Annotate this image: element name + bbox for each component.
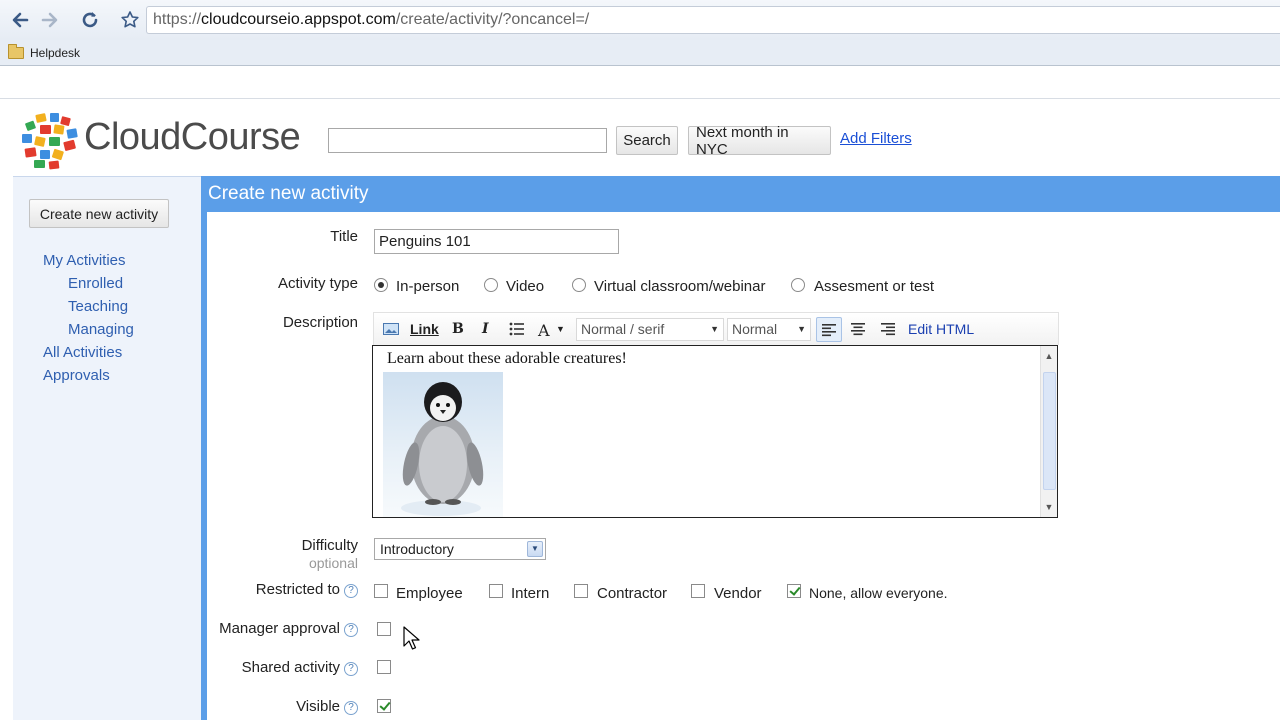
shared-activity-label: Shared activity? <box>200 659 358 676</box>
next-month-nyc-button[interactable]: Next month in NYC <box>688 124 831 158</box>
sidebar-item-approvals[interactable]: Approvals <box>43 367 110 384</box>
checkbox-none-allow-everyone[interactable] <box>787 584 801 598</box>
restricted-to-label: Restricted to? <box>200 581 358 598</box>
reload-icon[interactable] <box>78 8 102 32</box>
search-input[interactable] <box>328 128 607 153</box>
shared-activity-text: Shared activity <box>241 659 340 676</box>
description-editor[interactable]: Learn about these adorable creatures! ▲ … <box>372 345 1058 518</box>
chevron-down-icon: ▼ <box>527 541 543 557</box>
url-prefix: https:// <box>153 11 202 28</box>
radio-label-virtual-classroom[interactable]: Virtual classroom/webinar <box>594 278 765 295</box>
checkbox-vendor[interactable] <box>691 584 705 598</box>
address-bar[interactable]: https://cloudcourseio.appspot.com/create… <box>146 6 1280 34</box>
help-icon[interactable]: ? <box>344 584 358 598</box>
bookmark-label: Helpdesk <box>30 46 81 60</box>
checkbox-employee[interactable] <box>374 584 388 598</box>
checkbox-label-intern[interactable]: Intern <box>511 585 549 602</box>
checkbox-contractor[interactable] <box>574 584 588 598</box>
chevron-down-icon: ▼ <box>710 324 719 334</box>
brand-name: CloudCourse <box>84 116 301 158</box>
sidebar-item-my-activities[interactable]: My Activities <box>43 252 126 269</box>
font-family-select[interactable]: Normal / serif ▼ <box>576 318 724 341</box>
radio-label-assessment[interactable]: Assesment or test <box>814 278 934 295</box>
browser-toolbar: https://cloudcourseio.appspot.com/create… <box>0 0 1280 40</box>
bookmarks-bar: Helpdesk <box>0 40 1280 66</box>
checkbox-label-contractor[interactable]: Contractor <box>597 585 667 602</box>
cloudcourse-logo-icon <box>22 113 78 170</box>
checkbox-label-vendor[interactable]: Vendor <box>714 585 762 602</box>
help-icon[interactable]: ? <box>344 623 358 637</box>
checkbox-label-employee[interactable]: Employee <box>396 585 463 602</box>
checkbox-visible[interactable] <box>377 699 391 713</box>
url-host: cloudcourseio.appspot.com <box>201 11 396 28</box>
editor-scrollbar[interactable]: ▲ ▼ <box>1040 346 1057 517</box>
back-arrow-icon[interactable] <box>8 8 32 32</box>
bookmark-star-icon[interactable] <box>118 8 142 32</box>
align-center-icon[interactable] <box>851 322 865 336</box>
add-filters-link[interactable]: Add Filters <box>840 130 912 147</box>
font-size-value: Normal <box>732 321 778 337</box>
align-right-icon[interactable] <box>881 322 895 336</box>
scroll-up-icon[interactable]: ▲ <box>1041 348 1057 364</box>
checkbox-intern[interactable] <box>489 584 503 598</box>
insert-link-button[interactable]: Link <box>410 321 439 337</box>
visible-label: Visible? <box>200 698 358 715</box>
bullet-list-icon[interactable] <box>509 321 525 337</box>
title-input[interactable]: Penguins 101 <box>374 229 619 254</box>
url-path: /create/activity/?oncancel=/ <box>395 11 590 28</box>
editor-toolbar: Link B I A ▼ Normal / serif ▼ Normal ▼ E… <box>373 312 1059 345</box>
radio-virtual-classroom[interactable] <box>572 278 586 292</box>
page-divider <box>0 98 1280 99</box>
align-left-button[interactable] <box>816 317 842 342</box>
chevron-down-icon: ▼ <box>797 324 806 334</box>
manager-approval-label: Manager approval? <box>200 620 358 637</box>
radio-in-person[interactable] <box>374 278 388 292</box>
checkbox-shared-activity[interactable] <box>377 660 391 674</box>
difficulty-select[interactable]: Introductory ▼ <box>374 538 546 560</box>
difficulty-label: Difficulty <box>301 537 358 554</box>
edit-html-button[interactable]: Edit HTML <box>908 321 974 337</box>
checkbox-manager-approval[interactable] <box>377 622 391 636</box>
create-new-activity-button[interactable]: Create new activity <box>29 199 169 228</box>
sidebar-item-enrolled[interactable]: Enrolled <box>68 275 123 292</box>
panel-title: Create new activity <box>207 176 1280 212</box>
help-icon[interactable]: ? <box>344 662 358 676</box>
folder-icon <box>8 44 24 59</box>
radio-label-in-person[interactable]: In-person <box>396 278 459 295</box>
description-label: Description <box>282 314 358 331</box>
title-label: Title <box>330 228 358 245</box>
forward-arrow-icon[interactable] <box>38 8 62 32</box>
difficulty-optional-hint: optional <box>308 555 358 571</box>
scroll-down-icon[interactable]: ▼ <box>1041 499 1057 515</box>
restricted-to-text: Restricted to <box>255 581 340 598</box>
align-left-icon <box>822 324 836 337</box>
manager-approval-text: Manager approval <box>219 620 340 637</box>
mouse-cursor-icon <box>403 626 420 650</box>
editor-content-text: Learn about these adorable creatures! <box>387 350 627 367</box>
radio-label-video[interactable]: Video <box>506 278 544 295</box>
visible-text: Visible <box>296 698 340 715</box>
radio-video[interactable] <box>484 278 498 292</box>
difficulty-value: Introductory <box>380 541 454 557</box>
sidebar-item-teaching[interactable]: Teaching <box>68 298 128 315</box>
radio-assessment[interactable] <box>791 278 805 292</box>
activity-type-label: Activity type <box>277 275 358 292</box>
sidebar: Create new activity My Activities Enroll… <box>13 176 201 720</box>
font-color-button[interactable]: A <box>538 321 550 340</box>
search-button[interactable]: Search <box>616 126 678 155</box>
penguin-image <box>383 372 503 517</box>
italic-button[interactable]: I <box>482 321 489 337</box>
font-color-dropdown-icon[interactable]: ▼ <box>556 324 565 334</box>
scrollbar-thumb[interactable] <box>1043 372 1056 490</box>
bold-button[interactable]: B <box>452 321 464 337</box>
font-family-value: Normal / serif <box>581 321 665 337</box>
insert-image-icon[interactable] <box>383 323 399 335</box>
help-icon[interactable]: ? <box>344 701 358 715</box>
font-size-select[interactable]: Normal ▼ <box>727 318 811 341</box>
bookmark-helpdesk[interactable]: Helpdesk <box>8 44 80 62</box>
sidebar-item-all-activities[interactable]: All Activities <box>43 344 122 361</box>
sidebar-item-managing[interactable]: Managing <box>68 321 134 338</box>
checkbox-label-none-allow-everyone[interactable]: None, allow everyone. <box>809 585 948 601</box>
